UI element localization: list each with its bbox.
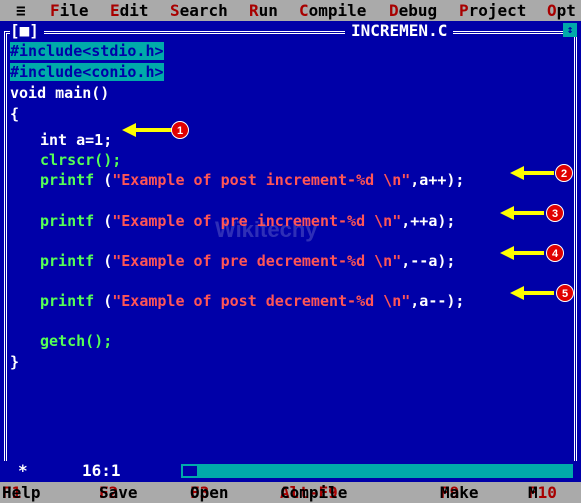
menu-bar: ≡ File Edit Search Run Compile Debug Pro… [0, 0, 581, 21]
code-line-5: a=1; [67, 131, 113, 149]
code-line-2: #include<conio.h> [10, 63, 164, 81]
keyword-int: int [40, 131, 68, 149]
hotkey: R [249, 1, 259, 20]
hint-label: Compile [280, 483, 348, 502]
menu-label: roject [468, 1, 527, 20]
window-title: INCREMEN.C [345, 22, 454, 40]
args-1: ,a++); [410, 171, 465, 189]
code-line-6: clrscr(); [40, 151, 122, 169]
hint-label: Make [440, 483, 479, 502]
args-3: ,--a); [401, 252, 456, 270]
window-titlebar: [■] INCREMEN.C ↕ [0, 21, 581, 42]
system-menu[interactable]: ≡ [16, 0, 26, 21]
hint-label: Save [99, 483, 138, 502]
code-area[interactable]: #include<stdio.h> #include<conio.h> void… [10, 41, 570, 371]
menu-label: ile [59, 1, 89, 20]
string-3: "Example of pre decrement-%d \n" [112, 252, 402, 270]
printf-3: printf [40, 252, 95, 270]
menu-label: ebug [398, 1, 438, 20]
menu-options[interactable]: Opt [547, 0, 576, 21]
modified-indicator: * [18, 461, 28, 480]
close-button[interactable]: [■] [10, 22, 44, 40]
close-icon: [■] [10, 21, 39, 40]
editor-window: [■] INCREMEN.C ↕ Wikitechy #include<stdi… [0, 21, 581, 482]
hotkey: C [299, 1, 309, 20]
args-2: ,++a); [401, 212, 456, 230]
hint-label: Open [190, 483, 229, 502]
printf-1: printf [40, 171, 95, 189]
paren: ( [94, 292, 113, 310]
hint-label: Help [2, 483, 41, 502]
string-2: "Example of pre increment-%d \n" [112, 212, 402, 230]
arrow-2 [510, 166, 554, 180]
menu-label: pt [556, 1, 576, 20]
arrow-4 [500, 246, 544, 260]
marker-4: 4 [546, 244, 564, 262]
hotkey: E [110, 1, 120, 20]
menu-compile[interactable]: Compile [299, 0, 366, 21]
menu-run[interactable]: Run [249, 0, 278, 21]
menu-edit[interactable]: Edit [110, 0, 149, 21]
code-line-12: } [10, 353, 20, 371]
menu-search[interactable]: Search [170, 0, 228, 21]
menu-label: earch [179, 1, 228, 20]
menu-file[interactable]: File [50, 0, 89, 21]
marker-5: 5 [556, 284, 574, 302]
printf-4: printf [40, 292, 95, 310]
arrow-5 [510, 286, 554, 300]
paren: ( [94, 252, 113, 270]
string-4: "Example of post decrement-%d \n" [112, 292, 411, 310]
scrollbar-thumb[interactable] [181, 464, 199, 478]
hotkey: P [459, 1, 469, 20]
marker-3: 3 [546, 204, 564, 222]
hotkey: O [547, 1, 557, 20]
code-line-1: #include<stdio.h> [10, 42, 164, 60]
menu-label: ompile [308, 1, 367, 20]
hotkey: D [389, 1, 399, 20]
arrow-1 [122, 123, 172, 137]
hotkey: S [170, 1, 180, 20]
hint-label: M [528, 483, 538, 502]
code-line-11: getch(); [40, 332, 113, 350]
code-line-4: { [10, 105, 20, 123]
menu-label: un [258, 1, 278, 20]
menu-label: dit [119, 1, 149, 20]
arrow-3 [500, 206, 544, 220]
string-1: "Example of post increment-%d \n" [112, 171, 411, 189]
menu-debug[interactable]: Debug [389, 0, 437, 21]
cursor-position: 16:1 [78, 462, 125, 480]
paren: ( [94, 212, 113, 230]
keyword-void: void [10, 84, 47, 102]
hotkey: F [50, 1, 60, 20]
printf-2: printf [40, 212, 95, 230]
marker-2: 2 [555, 164, 573, 182]
hint-bar: F1 Help F2 Save F3 Open Alt-F9 Compile F… [0, 482, 581, 503]
zoom-icon[interactable]: ↕ [563, 23, 577, 37]
args-4: ,a--); [410, 292, 465, 310]
main-signature: main() [46, 84, 110, 102]
paren: ( [94, 171, 113, 189]
marker-1: 1 [171, 121, 189, 139]
horizontal-scrollbar[interactable] [181, 464, 573, 478]
menu-project[interactable]: Project [459, 0, 526, 21]
